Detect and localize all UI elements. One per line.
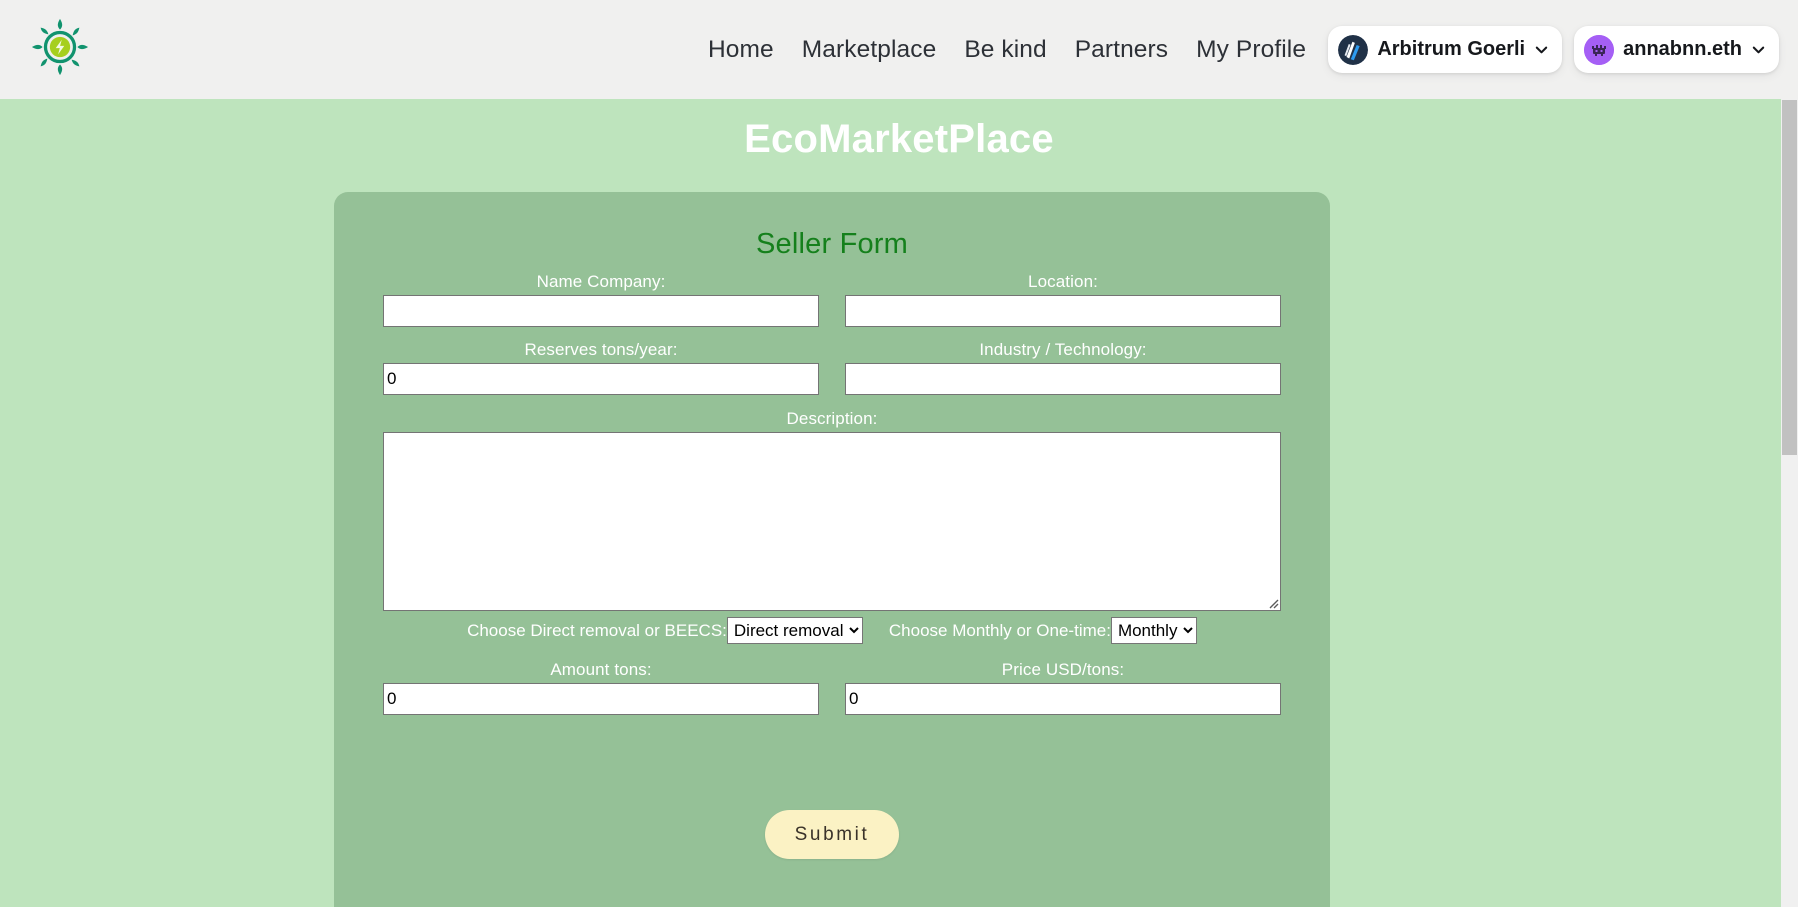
nav-link-be-kind[interactable]: Be kind [950,36,1060,64]
top-navigation-bar: Home Marketplace Be kind Partners My Pro… [0,0,1798,99]
field-amount-tons: Amount tons: [383,660,819,715]
input-name-company[interactable] [383,295,819,327]
chain-selector-button[interactable]: Arbitrum Goerli [1328,26,1562,73]
nav-link-home[interactable]: Home [694,36,788,64]
form-row-1: Name Company: Location: [383,272,1281,327]
chevron-down-icon [1534,42,1549,57]
label-removal-type: Choose Direct removal or BEECS: [467,621,727,641]
field-industry: Industry / Technology: [845,340,1281,395]
field-reserves: Reserves tons/year: [383,340,819,395]
nav-link-partners[interactable]: Partners [1061,36,1182,64]
page-body: EcoMarketPlace Seller Form Name Company:… [0,99,1798,907]
nav-link-marketplace[interactable]: Marketplace [788,36,951,64]
label-reserves: Reserves tons/year: [383,340,819,360]
field-removal-type: Choose Direct removal or BEECS: Direct r… [467,617,863,644]
submit-row: Submit [334,810,1330,859]
form-selects-row: Choose Direct removal or BEECS: Direct r… [383,617,1281,644]
form-row-2: Reserves tons/year: Industry / Technolog… [383,340,1281,395]
account-button[interactable]: annabnn.eth [1574,26,1779,73]
sun-lightning-logo-icon [29,16,91,83]
input-description[interactable] [383,432,1281,611]
chain-label: Arbitrum Goerli [1377,38,1525,61]
form-title: Seller Form [334,192,1330,261]
field-frequency: Choose Monthly or One-time: Monthly [889,617,1197,644]
label-description: Description: [383,409,1281,429]
label-name-company: Name Company: [383,272,819,292]
input-industry[interactable] [845,363,1281,395]
input-reserves[interactable] [383,363,819,395]
select-frequency[interactable]: Monthly [1111,617,1197,644]
avatar-icon [1584,35,1614,65]
account-label: annabnn.eth [1623,38,1742,61]
label-amount-tons: Amount tons: [383,660,819,680]
field-price-usd: Price USD/tons: [845,660,1281,715]
label-frequency: Choose Monthly or One-time: [889,621,1111,641]
site-logo[interactable] [27,16,93,82]
form-row-3: Amount tons: Price USD/tons: [383,660,1281,715]
chevron-down-icon [1751,42,1766,57]
arbitrum-icon [1338,35,1368,65]
nav-links: Home Marketplace Be kind Partners My Pro… [694,0,1320,99]
field-location: Location: [845,272,1281,327]
label-price-usd: Price USD/tons: [845,660,1281,680]
field-description: Description: [383,409,1281,611]
vertical-scrollbar-thumb[interactable] [1782,100,1797,455]
nav-link-my-profile[interactable]: My Profile [1182,36,1320,64]
label-industry: Industry / Technology: [845,340,1281,360]
input-location[interactable] [845,295,1281,327]
input-price-usd[interactable] [845,683,1281,715]
page-title: EcoMarketPlace [0,99,1798,162]
input-amount-tons[interactable] [383,683,819,715]
submit-button[interactable]: Submit [765,810,900,859]
field-name-company: Name Company: [383,272,819,327]
select-removal-type[interactable]: Direct removal [727,617,863,644]
label-location: Location: [845,272,1281,292]
seller-form-card: Seller Form Name Company: Location: Rese… [334,192,1330,907]
wallet-controls: Arbitrum Goerli [1328,0,1779,99]
